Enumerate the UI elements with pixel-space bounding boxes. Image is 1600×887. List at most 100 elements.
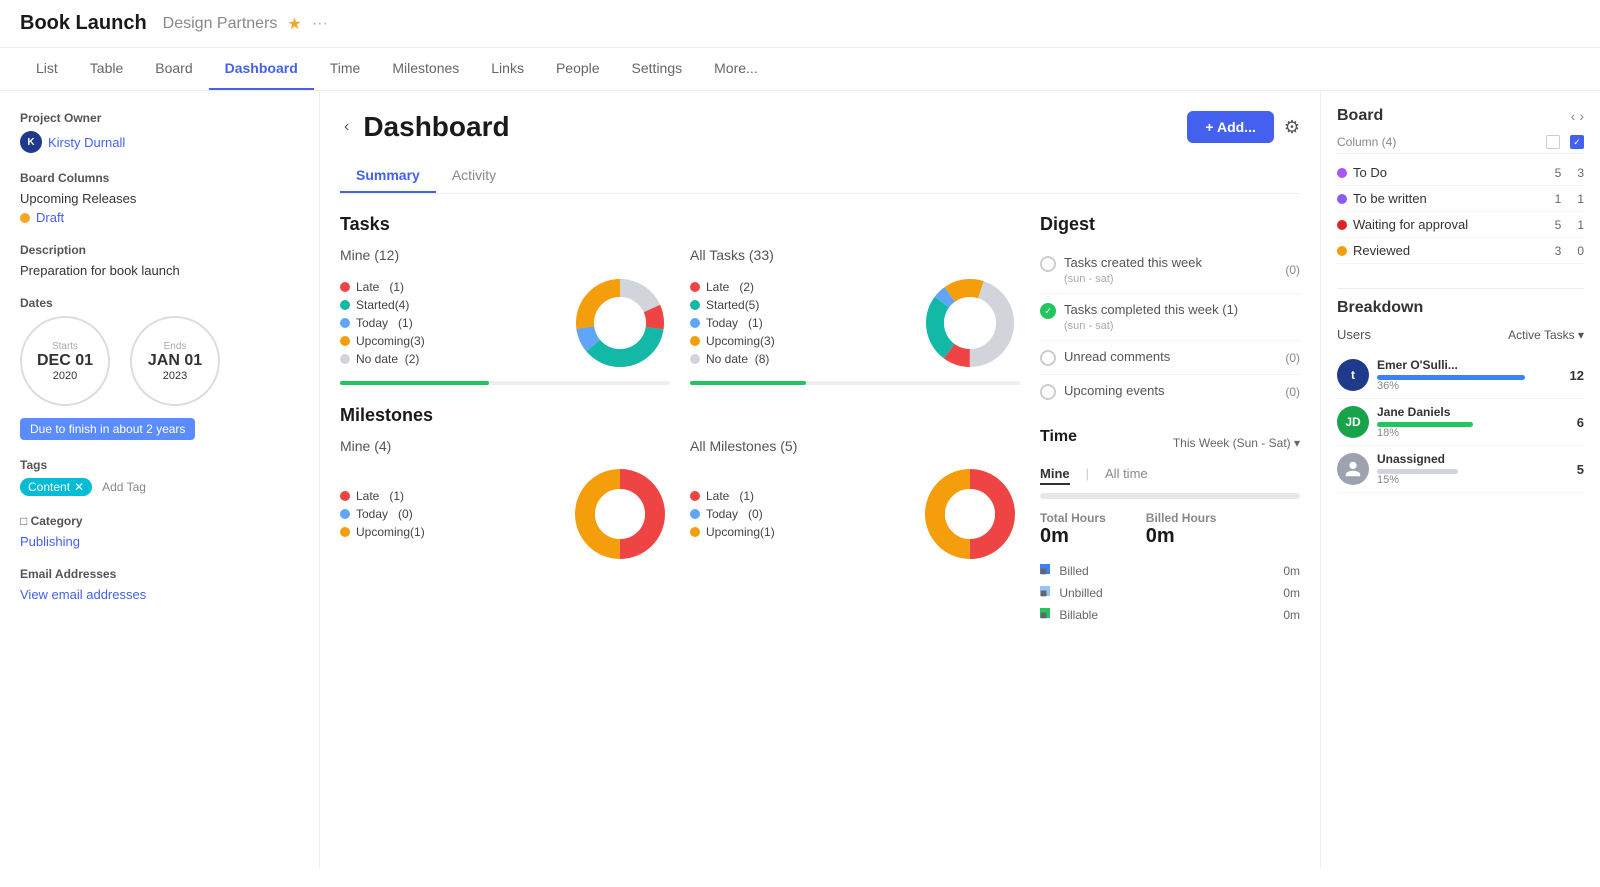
billed-hours-label: Billed Hours (1146, 511, 1217, 525)
legend-all-late: Late (2) (690, 280, 904, 294)
left-col: Tasks Mine (12) Late (1) Started(4) Toda… (340, 214, 1020, 626)
start-date-circle: Starts DEC 01 2020 (20, 316, 110, 406)
board-col-2[interactable]: Draft (36, 210, 64, 225)
page-title: Dashboard (363, 111, 509, 143)
start-year: 2020 (53, 370, 77, 382)
tab-links[interactable]: Links (475, 48, 540, 90)
tobewritten-dot (1337, 194, 1347, 204)
tag-label: Content (28, 480, 70, 494)
tab-people[interactable]: People (540, 48, 616, 90)
dates-row: Starts DEC 01 2020 Ends JAN 01 2023 (20, 316, 299, 406)
description-text: Preparation for book launch (20, 263, 299, 278)
view-email[interactable]: View email addresses (20, 587, 299, 602)
board-row-tobewritten: To be written 1 1 (1337, 186, 1584, 212)
sub-tab-activity[interactable]: Activity (436, 159, 512, 193)
board-column-label: Column (4) (1337, 135, 1396, 149)
right-panel: Board ‹ › Column (4) ✓ To Do (1320, 91, 1600, 868)
tab-milestones[interactable]: Milestones (376, 48, 475, 90)
user-row-1: t Emer O'Sulli... 36% 12 (1337, 352, 1584, 399)
top-header: Book Launch Design Partners ★ ··· (0, 0, 1600, 48)
waiting-count-2: 1 (1577, 218, 1584, 232)
board-prev-button[interactable]: ‹ (1571, 108, 1576, 124)
legend-mine-started: Started(4) (340, 298, 554, 312)
sidebar-email: Email Addresses View email addresses (20, 567, 299, 602)
digest-item-3: Upcoming events (0) (1040, 375, 1300, 408)
billable-dot: ■ (1040, 608, 1050, 618)
todo-count-2: 3 (1577, 166, 1584, 180)
add-tag[interactable]: Add Tag (102, 480, 146, 494)
end-date: JAN 01 (148, 352, 202, 370)
right-col: Digest Tasks created this week(sun - sat… (1040, 214, 1300, 626)
more-options-icon[interactable]: ··· (312, 15, 328, 33)
board-row-todo: To Do 5 3 (1337, 160, 1584, 186)
todo-dot (1337, 168, 1347, 178)
section-divider (1337, 288, 1584, 289)
tab-more[interactable]: More... (698, 48, 774, 90)
milestones-section: Milestones Mine (4) Late (1) Today (0) U… (340, 405, 1020, 564)
sub-tab-summary[interactable]: Summary (340, 159, 436, 193)
board-col-1: Upcoming Releases (20, 191, 299, 206)
mine-chart-row: Late (1) Started(4) Today (1) Upcoming(3… (340, 273, 670, 373)
mine-milestones: Mine (4) Late (1) Today (0) Upcoming(1) (340, 438, 670, 564)
tag-remove-icon[interactable]: ✕ (74, 480, 84, 494)
time-tab-mine[interactable]: Mine (1040, 466, 1070, 485)
star-icon[interactable]: ★ (287, 14, 301, 34)
sidebar-project-owner: Project Owner K Kirsty Durnall (20, 111, 299, 153)
board-next-button[interactable]: › (1579, 108, 1584, 124)
time-section: Time This Week (Sun - Sat) ▾ Mine | All … (1040, 428, 1300, 626)
board-col-checkbox-empty[interactable] (1546, 135, 1560, 149)
owner-avatar: K (20, 131, 42, 153)
user-name-3: Unassigned (1377, 452, 1569, 466)
tab-list[interactable]: List (20, 48, 74, 90)
header-actions: + Add... ⚙ (1187, 111, 1300, 143)
user-avatar-2: JD (1337, 406, 1369, 438)
tab-board[interactable]: Board (139, 48, 208, 90)
legend-mine-upcoming: Upcoming(3) (340, 334, 554, 348)
category-value[interactable]: Publishing (20, 534, 299, 549)
user-count-2: 6 (1577, 415, 1584, 430)
total-hours-label: Total Hours (1040, 511, 1106, 525)
mine-progress-fill (340, 381, 489, 385)
billed-hours-value: 0m (1146, 525, 1217, 548)
all-donut (920, 273, 1020, 373)
board-row-reviewed: Reviewed 3 0 (1337, 238, 1584, 264)
tab-table[interactable]: Table (74, 48, 139, 90)
all-ms-donut (920, 464, 1020, 564)
board-col-checkbox-checked[interactable]: ✓ (1570, 135, 1584, 149)
user-avatar-3 (1337, 453, 1369, 485)
owner-name[interactable]: Kirsty Durnall (48, 135, 125, 150)
tab-time[interactable]: Time (314, 48, 377, 90)
tasks-section: Tasks Mine (12) Late (1) Started(4) Toda… (340, 214, 1020, 385)
billed-hours-item: Billed Hours 0m (1146, 511, 1217, 548)
time-tab-all[interactable]: All time (1105, 466, 1148, 485)
milestones-title: Milestones (340, 405, 1020, 426)
time-filter[interactable]: This Week (Sun - Sat) ▾ (1173, 436, 1300, 450)
time-breakdown: ■ Billed 0m ■ Unbilled 0m ■ Billable 0m (1040, 560, 1300, 626)
tab-dashboard[interactable]: Dashboard (209, 48, 314, 90)
digest-item-1: ✓ Tasks completed this week (1)(sun - sa… (1040, 294, 1300, 341)
user-name-1: Emer O'Sulli... (1377, 358, 1562, 372)
dates-label: Dates (20, 296, 299, 310)
breakdown-active-tasks-filter[interactable]: Active Tasks ▾ (1508, 328, 1584, 342)
time-bar (1040, 493, 1300, 499)
board-col-2-item: Draft (20, 210, 299, 225)
upcoming-events-text: Upcoming events (1064, 383, 1164, 398)
user-row-3: Unassigned 15% 5 (1337, 446, 1584, 493)
board-panel-header: Board ‹ › (1337, 107, 1584, 125)
settings-gear-button[interactable]: ⚙ (1284, 117, 1300, 138)
collapse-sidebar-button[interactable]: ‹ (340, 114, 353, 140)
user-count-1: 12 (1570, 368, 1584, 383)
sidebar-description: Description Preparation for book launch (20, 243, 299, 278)
tab-settings[interactable]: Settings (616, 48, 699, 90)
legend-all-today: Today (1) (690, 316, 904, 330)
all-milestones-label: All Milestones (5) (690, 438, 1020, 454)
tags-label: Tags (20, 458, 299, 472)
user-avatar-1: t (1337, 359, 1369, 391)
add-button[interactable]: + Add... (1187, 111, 1273, 143)
unread-comments-text: Unread comments (1064, 349, 1170, 364)
sub-tabs: Summary Activity (340, 159, 1300, 194)
all-tasks-label: All Tasks (33) (690, 247, 1020, 263)
digest-icon-1: ✓ (1040, 303, 1056, 319)
mine-ms-chart-row: Late (1) Today (0) Upcoming(1) (340, 464, 670, 564)
board-row-waiting: Waiting for approval 5 1 (1337, 212, 1584, 238)
